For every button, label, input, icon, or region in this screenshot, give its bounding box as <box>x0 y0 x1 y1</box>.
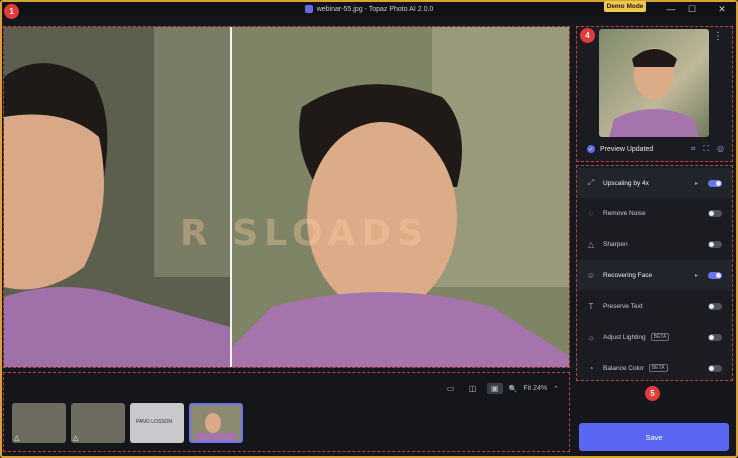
feature-label: Preserve Text <box>603 302 643 310</box>
app-logo-icon <box>304 5 313 13</box>
feature-recover-face[interactable]: ☺ Recovering Face ▸ <box>577 260 732 290</box>
balance-color-toggle[interactable] <box>708 364 722 372</box>
marker-4: 4 <box>580 28 595 43</box>
feature-sharpen[interactable]: △ Sharpen <box>577 229 732 259</box>
thumbnail-caption: PANO LOSSON <box>136 419 173 425</box>
text-icon: T <box>588 301 594 311</box>
close-icon[interactable]: ✕ <box>715 3 729 15</box>
noise-icon: ◌ <box>588 208 594 218</box>
feature-label: Adjust Lighting <box>603 333 646 341</box>
preview-status: ✓ Preview Updated <box>587 145 653 153</box>
beta-badge: BETA <box>648 364 668 372</box>
chevron-right-icon[interactable]: ▸ <box>695 272 698 279</box>
chevron-up-icon[interactable]: ⌃ <box>553 385 559 393</box>
watermark-text: R SLOADS <box>180 213 430 254</box>
thumbnail-selected[interactable] <box>189 403 243 443</box>
preview-thumbnail[interactable] <box>599 29 709 137</box>
recover-face-toggle[interactable] <box>708 271 722 279</box>
warning-icon: △ <box>14 435 20 442</box>
adjust-lighting-toggle[interactable] <box>708 333 722 341</box>
split-view-icon[interactable]: ◫ <box>465 383 481 394</box>
window-title: webinar-55.jpg - Topaz Photo AI 2.0.0 <box>316 5 434 13</box>
check-icon: ✓ <box>587 145 595 153</box>
preserve-text-toggle[interactable] <box>708 302 722 310</box>
compare-icon[interactable]: ◎ <box>717 144 724 154</box>
side-by-side-icon[interactable]: ▣ <box>486 383 503 394</box>
preview-tools: ⌗ ⛶ ◎ <box>691 144 724 154</box>
maximize-icon[interactable]: ☐ <box>685 3 699 15</box>
preview-status-label: Preview Updated <box>600 145 654 153</box>
zoom-level[interactable]: Fit 24% <box>523 385 547 392</box>
image-preview[interactable]: R SLOADS <box>3 26 570 368</box>
beta-badge: BETA <box>650 333 670 341</box>
minimize-icon[interactable]: — <box>664 3 678 15</box>
marker-1: 1 <box>4 4 19 19</box>
single-view-icon[interactable]: ▭ <box>443 383 459 394</box>
marker-5: 5 <box>645 386 660 401</box>
feature-remove-noise[interactable]: ◌ Remove Noise <box>577 198 732 228</box>
feature-label: Upscaling by 4x <box>603 179 649 187</box>
triangle-icon: △ <box>587 239 595 249</box>
sun-icon: ☼ <box>587 332 595 342</box>
original-photo <box>4 27 230 367</box>
enhanced-photo <box>232 27 569 367</box>
fullscreen-icon[interactable]: ⛶ <box>703 144 709 154</box>
preview-photo <box>609 48 699 137</box>
warning-icon: △ <box>73 435 79 442</box>
save-button[interactable]: Save <box>579 423 729 451</box>
more-options-icon[interactable]: ⋮ <box>713 31 723 42</box>
enhanced-pane <box>232 27 569 367</box>
feature-label: Sharpen <box>603 240 628 248</box>
expand-icon: ⤢ <box>587 178 595 187</box>
feature-adjust-lighting[interactable]: ☼ Adjust Lighting BETA <box>577 322 732 352</box>
chevron-right-icon[interactable]: ▸ <box>695 180 698 187</box>
crop-icon[interactable]: ⌗ <box>691 144 696 154</box>
zoom-icon[interactable]: 🔍 <box>509 385 518 393</box>
sharpen-toggle[interactable] <box>708 240 722 248</box>
feature-label: Balance Color <box>603 364 644 372</box>
upscale-toggle[interactable] <box>708 179 722 187</box>
feature-label: Remove Noise <box>603 209 646 217</box>
demo-mode-badge[interactable]: Demo Mode <box>604 1 646 12</box>
filmstrip: ▭ ◫ ▣ 🔍 Fit 24% ⌃ △ △ PANO LOSSON <box>3 372 570 452</box>
face-icon: ☺ <box>586 270 596 280</box>
feature-label: Recovering Face <box>603 271 653 279</box>
enhancement-list: ⤢ Upscaling by 4x ▸ ◌ Remove Noise △ Sha… <box>576 165 733 381</box>
thumbnail-3[interactable]: PANO LOSSON <box>130 403 184 443</box>
remove-noise-toggle[interactable] <box>708 209 722 217</box>
feature-upscale[interactable]: ⤢ Upscaling by 4x ▸ <box>577 168 732 198</box>
palette-icon: ◔ <box>588 363 594 373</box>
feature-preserve-text[interactable]: T Preserve Text <box>577 291 732 321</box>
thumbnail-2[interactable]: △ <box>71 403 125 443</box>
original-pane <box>4 27 230 367</box>
view-controls: ▭ ◫ ▣ 🔍 Fit 24% ⌃ <box>443 383 559 394</box>
thumbnail-1[interactable]: △ <box>12 403 66 443</box>
feature-balance-color[interactable]: ◔ Balance Color BETA <box>577 353 732 383</box>
preview-panel: ⋮ ✓ Preview Updated ⌗ ⛶ ◎ <box>576 26 733 162</box>
thumb-portrait <box>196 413 236 441</box>
